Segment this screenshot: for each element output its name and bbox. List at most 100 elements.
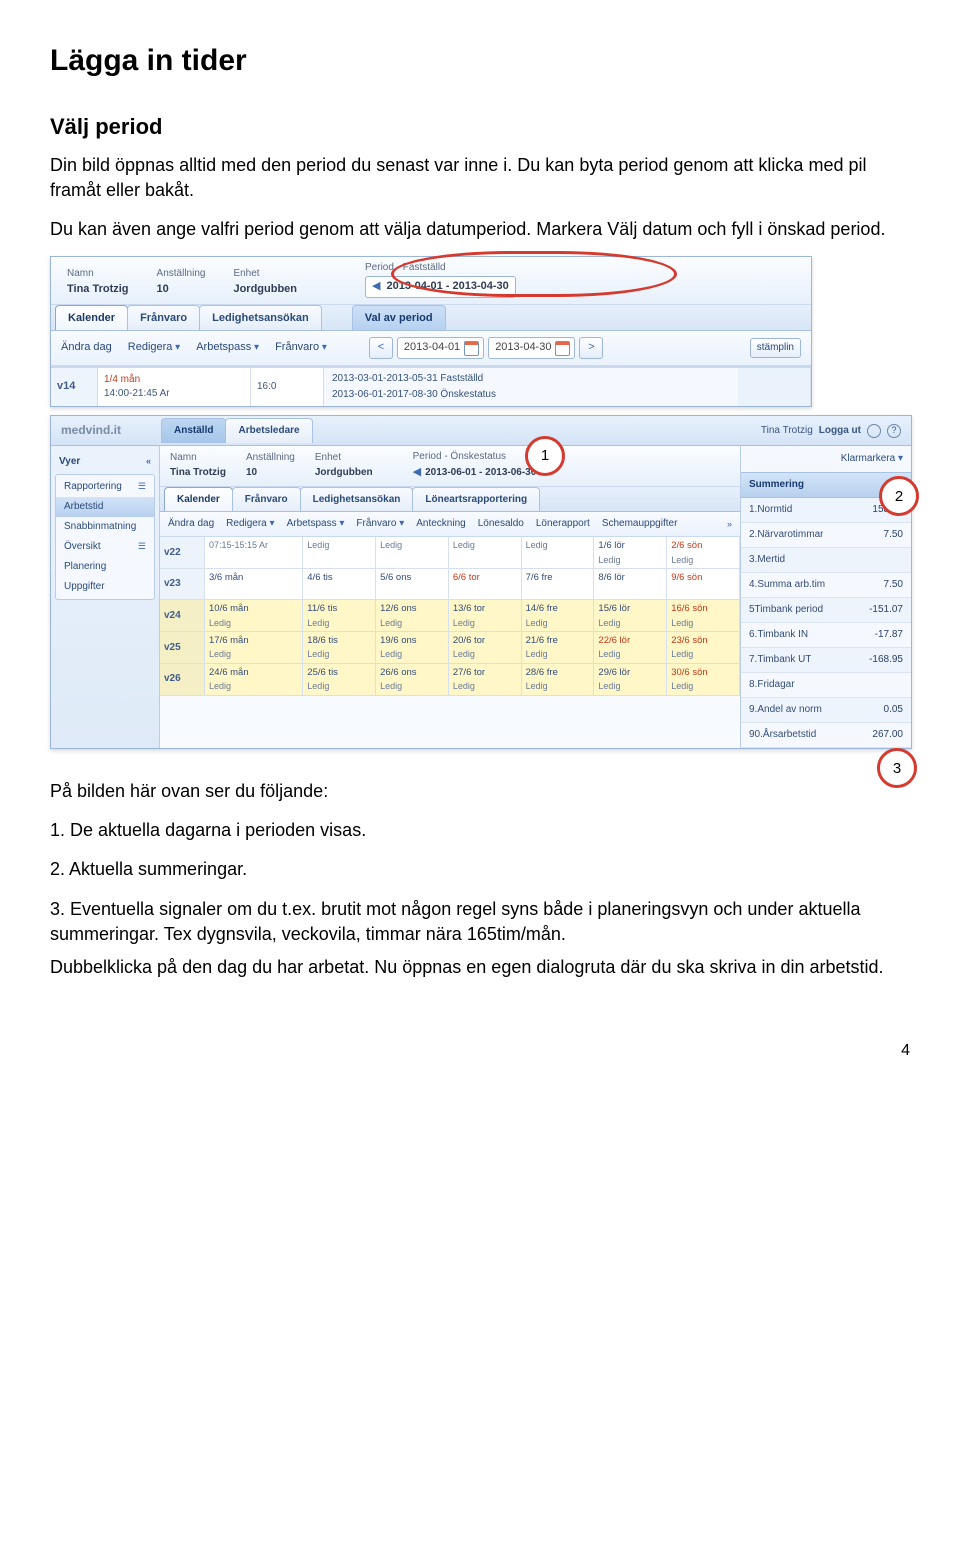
calendar-day-cell[interactable]: 23/6 sönLedig xyxy=(667,632,740,663)
day-endtime: 16:0 xyxy=(257,380,317,394)
sidebar-item-snabbinmatning[interactable]: Snabbinmatning xyxy=(56,517,154,537)
tab-franvaro[interactable]: Frånvaro xyxy=(232,487,301,511)
calendar-day-cell[interactable]: 16/6 sönLedig xyxy=(667,600,740,631)
calendar-day-cell[interactable]: Ledig xyxy=(376,537,449,568)
day-date: 28/6 fre xyxy=(526,666,590,679)
summary-label: 8.Fridagar xyxy=(749,678,795,692)
date-prev-button[interactable]: < xyxy=(369,337,393,359)
day-status: Ledig xyxy=(453,617,517,630)
calendar-day-cell[interactable]: 27/6 torLedig xyxy=(449,664,522,695)
calendar-day-cell[interactable]: 29/6 lörLedig xyxy=(594,664,667,695)
day-slot[interactable]: 1/4 mån 14:00-21:45 Ar xyxy=(98,368,251,406)
calendar-day-cell[interactable]: 10/6 månLedig xyxy=(205,600,303,631)
chevron-right-icon[interactable]: » xyxy=(727,518,732,531)
day-date: 10/6 mån xyxy=(209,602,298,615)
calendar-day-cell[interactable]: 2/6 sön Ledig xyxy=(667,537,740,568)
calendar-day-cell[interactable]: 18/6 tisLedig xyxy=(303,632,376,663)
summary-value: 267.00 xyxy=(872,728,903,742)
sidebar-item-rapportering[interactable]: Rapportering ☰ xyxy=(56,477,154,497)
tool-lonerapport[interactable]: Lönerapport xyxy=(536,517,590,531)
calendar-day-cell[interactable]: 4/6 tis xyxy=(303,569,376,599)
tool-arbetspass[interactable]: Arbetspass xyxy=(196,340,259,355)
stamp-button[interactable]: stämplin xyxy=(750,338,801,358)
logout-link[interactable]: Logga ut xyxy=(819,424,861,438)
tab-kalender[interactable]: Kalender xyxy=(55,305,128,330)
tab-franvaro[interactable]: Frånvaro xyxy=(127,305,200,330)
tool-redigera[interactable]: Redigera xyxy=(128,340,180,355)
period-prev-icon[interactable]: ◀ xyxy=(413,465,421,480)
tab-ledighet[interactable]: Ledighetsansökan xyxy=(300,487,414,511)
tool-andra-dag[interactable]: Ändra dag xyxy=(61,340,112,355)
tool-lonesaldo[interactable]: Lönesaldo xyxy=(478,517,524,531)
calendar-day-cell[interactable]: Ledig xyxy=(449,537,522,568)
calendar-day-cell[interactable]: Ledig xyxy=(522,537,595,568)
calendar-day-cell[interactable]: 13/6 torLedig xyxy=(449,600,522,631)
tool-schema[interactable]: Schemauppgifter xyxy=(602,517,678,531)
history-line-2[interactable]: 2013-06-01-2017-08-30 Önskestatus xyxy=(332,388,730,402)
sidebar-item-oversikt[interactable]: Översikt ☰ xyxy=(56,537,154,557)
date-next-button[interactable]: > xyxy=(579,337,603,359)
calendar-day-cell[interactable]: 21/6 freLedig xyxy=(522,632,595,663)
calendar-day-cell[interactable]: 7/6 fre xyxy=(522,569,595,599)
day-status: Ledig xyxy=(209,680,298,693)
calendar-day-cell[interactable]: 22/6 lörLedig xyxy=(594,632,667,663)
tab-kalender[interactable]: Kalender xyxy=(164,487,233,511)
history-list: 2013-03-01-2013-05-31 Fastställd 2013-06… xyxy=(324,368,738,406)
sidebar-item-uppgifter[interactable]: Uppgifter xyxy=(56,577,154,597)
period-prev-icon[interactable]: ◀ xyxy=(372,279,380,294)
calendar-day-cell[interactable]: 19/6 onsLedig xyxy=(376,632,449,663)
tool-anteckning[interactable]: Anteckning xyxy=(416,517,465,531)
klarmarkera-dropdown[interactable]: Klarmarkera xyxy=(741,446,911,472)
calendar-day-cell[interactable]: 1/6 lörLedig xyxy=(594,537,667,568)
history-line-1[interactable]: 2013-03-01-2013-05-31 Fastställd xyxy=(332,372,730,386)
calendar-icon[interactable] xyxy=(555,341,570,356)
help-icon[interactable]: ? xyxy=(887,424,901,438)
day-date: 15/6 lör xyxy=(598,602,662,615)
calendar-day-cell[interactable]: 14/6 freLedig xyxy=(522,600,595,631)
sidebar-item-arbetstid[interactable]: Arbetstid xyxy=(56,497,154,517)
tool-andra-dag[interactable]: Ändra dag xyxy=(168,517,214,531)
tab-ledighet[interactable]: Ledighetsansökan xyxy=(199,305,322,330)
tab-val-av-period[interactable]: Val av period xyxy=(352,305,446,330)
calendar-day-cell[interactable]: 11/6 tisLedig xyxy=(303,600,376,631)
tool-franvaro[interactable]: Frånvaro xyxy=(356,517,404,531)
calendar-day-cell[interactable]: Ledig xyxy=(303,537,376,568)
calendar-day-cell[interactable]: 20/6 torLedig xyxy=(449,632,522,663)
calendar-day-cell[interactable]: 30/6 sönLedig xyxy=(667,664,740,695)
day-status: Ledig xyxy=(671,617,735,630)
calendar-day-cell[interactable]: 12/6 onsLedig xyxy=(376,600,449,631)
calendar-day-cell[interactable]: 07:15-15:15 Ar xyxy=(205,537,303,568)
tab-loneart[interactable]: Löneartsrapportering xyxy=(412,487,540,511)
calendar-day-cell[interactable]: 8/6 lör xyxy=(594,569,667,599)
calendar-day-cell[interactable]: 9/6 sön xyxy=(667,569,740,599)
screenshot-2: medvind.it Anställd Arbetsledare Tina Tr… xyxy=(50,415,912,749)
tool-redigera[interactable]: Redigera xyxy=(226,517,274,531)
day-status: Ledig xyxy=(598,680,662,693)
calendar-day-cell[interactable]: 3/6 mån xyxy=(205,569,303,599)
sidebar-item-planering[interactable]: Planering xyxy=(56,557,154,577)
role-tab-anstalld[interactable]: Anställd xyxy=(161,418,226,443)
calendar-day-cell[interactable]: 26/6 onsLedig xyxy=(376,664,449,695)
day-status: Ledig xyxy=(307,648,371,661)
date-to-input[interactable]: 2013-04-30 xyxy=(488,337,575,358)
calendar-day-cell[interactable]: 15/6 lörLedig xyxy=(594,600,667,631)
date-from-input[interactable]: 2013-04-01 xyxy=(397,337,484,358)
calendar-icon[interactable] xyxy=(464,341,479,356)
calendar-day-cell[interactable]: 25/6 tisLedig xyxy=(303,664,376,695)
calendar-day-cell[interactable]: 28/6 freLedig xyxy=(522,664,595,695)
sidebar-vyer-header[interactable]: Vyer « xyxy=(55,452,155,472)
calendar-day-cell[interactable]: 6/6 tor xyxy=(449,569,522,599)
day-date: 4/6 tis xyxy=(307,571,371,584)
calendar-day-cell[interactable]: 17/6 månLedig xyxy=(205,632,303,663)
summary-label: 5Timbank period xyxy=(749,603,823,617)
tool-arbetspass[interactable]: Arbetspass xyxy=(287,517,345,531)
calendar-day-cell[interactable]: 5/6 ons xyxy=(376,569,449,599)
day-date: 2/6 sön xyxy=(671,539,735,552)
employment-col: Anställning 10 xyxy=(157,267,206,297)
role-tab-arbetsledare[interactable]: Arbetsledare xyxy=(225,418,312,443)
tool-franvaro[interactable]: Frånvaro xyxy=(275,340,327,355)
day-status: Ledig xyxy=(671,554,735,567)
calendar-day-cell[interactable]: 24/6 månLedig xyxy=(205,664,303,695)
gear-icon[interactable] xyxy=(867,424,881,438)
day-slot-end[interactable]: 16:0 xyxy=(251,368,324,406)
